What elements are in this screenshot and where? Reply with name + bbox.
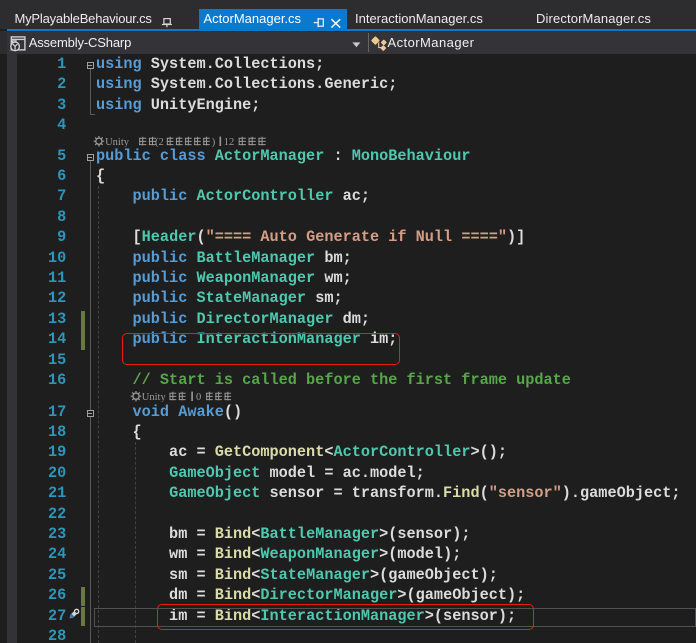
- svg-text:(2: (2: [155, 136, 164, 146]
- svg-text:): ): [212, 136, 216, 146]
- svg-text:12: 12: [224, 136, 235, 146]
- svg-text:Unity: Unity: [105, 136, 130, 146]
- svg-text:Unity: Unity: [142, 392, 167, 402]
- svg-text:0: 0: [196, 392, 201, 402]
